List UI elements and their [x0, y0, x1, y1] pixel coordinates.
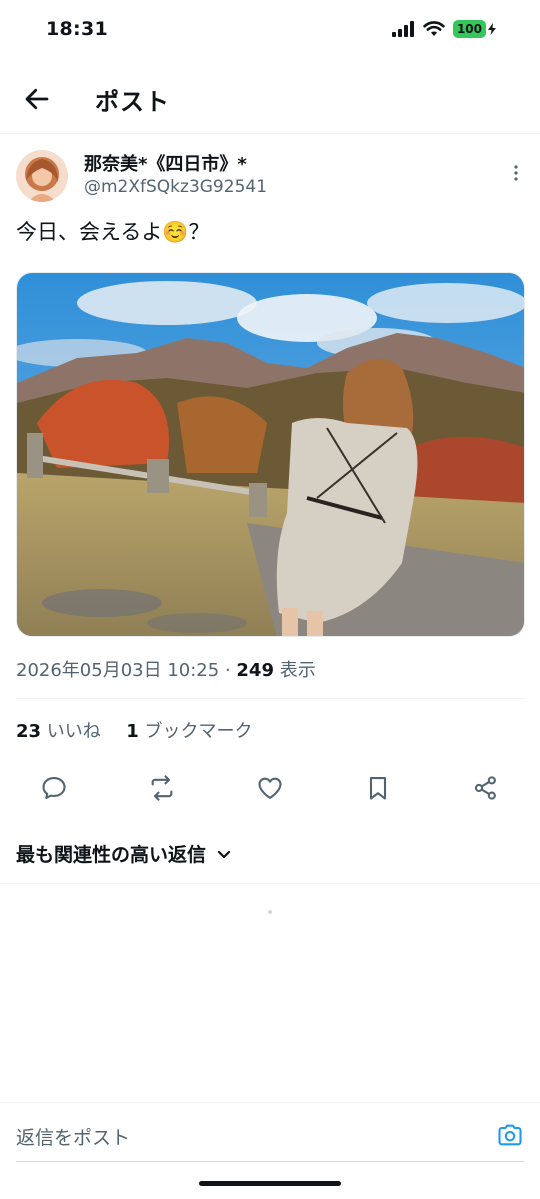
heart-icon [258, 777, 282, 799]
bookmarks-stat[interactable]: 1 ブックマーク [126, 721, 252, 742]
more-dots-icon [514, 165, 518, 181]
reply-input-underline [16, 1161, 524, 1162]
divider [0, 883, 540, 884]
post-meta: 2026年05月03日 10:25 · 249 表示 [16, 656, 316, 682]
back-arrow-icon [25, 88, 49, 110]
action-bar [0, 772, 540, 808]
status-bar: 18:31 100 [0, 0, 540, 60]
share-icon [474, 776, 496, 800]
likes-label: いいね [41, 721, 101, 742]
loading-indicator [268, 910, 272, 914]
post-text: 今日、会えるよ☺️？ [16, 220, 210, 244]
reply-icon [42, 777, 66, 799]
share-button[interactable] [470, 772, 502, 804]
avatar[interactable] [16, 150, 68, 202]
status-time: 18:31 [46, 18, 108, 40]
more-options-button[interactable] [506, 162, 526, 184]
camera-icon [498, 1124, 522, 1146]
reply-input[interactable]: 返信をポスト [16, 1123, 130, 1150]
nav-bar: ポスト [0, 68, 540, 134]
divider [16, 698, 524, 699]
author-handle[interactable]: @m2XfSQkz3G92541 [84, 177, 267, 197]
reply-sort-label: 最も関連性の高い返信 [16, 844, 207, 866]
bookmarks-count: 1 [126, 721, 139, 742]
bookmarks-label: ブックマーク [138, 721, 253, 742]
photo-image [17, 273, 524, 636]
charging-bolt-icon [488, 23, 496, 35]
avatar-image [16, 150, 68, 202]
status-icons: 100 [391, 20, 496, 38]
chevron-down-icon [217, 850, 231, 858]
likes-count: 23 [16, 721, 42, 742]
post-author: 那奈美*《四日市》* @m2XfSQkz3G92541 [16, 150, 526, 206]
wifi-icon [423, 21, 445, 36]
post-datetime[interactable]: 2026年05月03日 10:25 [16, 660, 219, 681]
author-name[interactable]: 那奈美*《四日市》* [84, 150, 247, 176]
post-photo[interactable] [16, 272, 525, 637]
back-button[interactable] [22, 84, 52, 114]
view-count: 249 [236, 660, 274, 681]
post-stats: 23 いいね 1 ブックマーク [16, 717, 253, 743]
page-title: ポスト [95, 88, 170, 116]
battery-level: 100 [452, 20, 486, 38]
reply-sort-dropdown[interactable]: 最も関連性の高い返信 [16, 840, 232, 867]
battery-indicator: 100 [452, 20, 496, 38]
bookmark-icon [369, 777, 387, 800]
reply-bar: 返信をポスト [0, 1102, 540, 1162]
meta-separator: · [219, 660, 237, 681]
camera-button[interactable] [496, 1121, 524, 1149]
repost-button[interactable] [146, 772, 178, 804]
view-label: 表示 [273, 660, 316, 681]
likes-stat[interactable]: 23 いいね [16, 721, 101, 742]
like-button[interactable] [254, 772, 286, 804]
bookmark-button[interactable] [362, 772, 394, 804]
signal-icon [391, 21, 414, 37]
reply-button[interactable] [38, 772, 70, 804]
home-indicator [199, 1181, 341, 1186]
repost-icon [151, 775, 173, 801]
